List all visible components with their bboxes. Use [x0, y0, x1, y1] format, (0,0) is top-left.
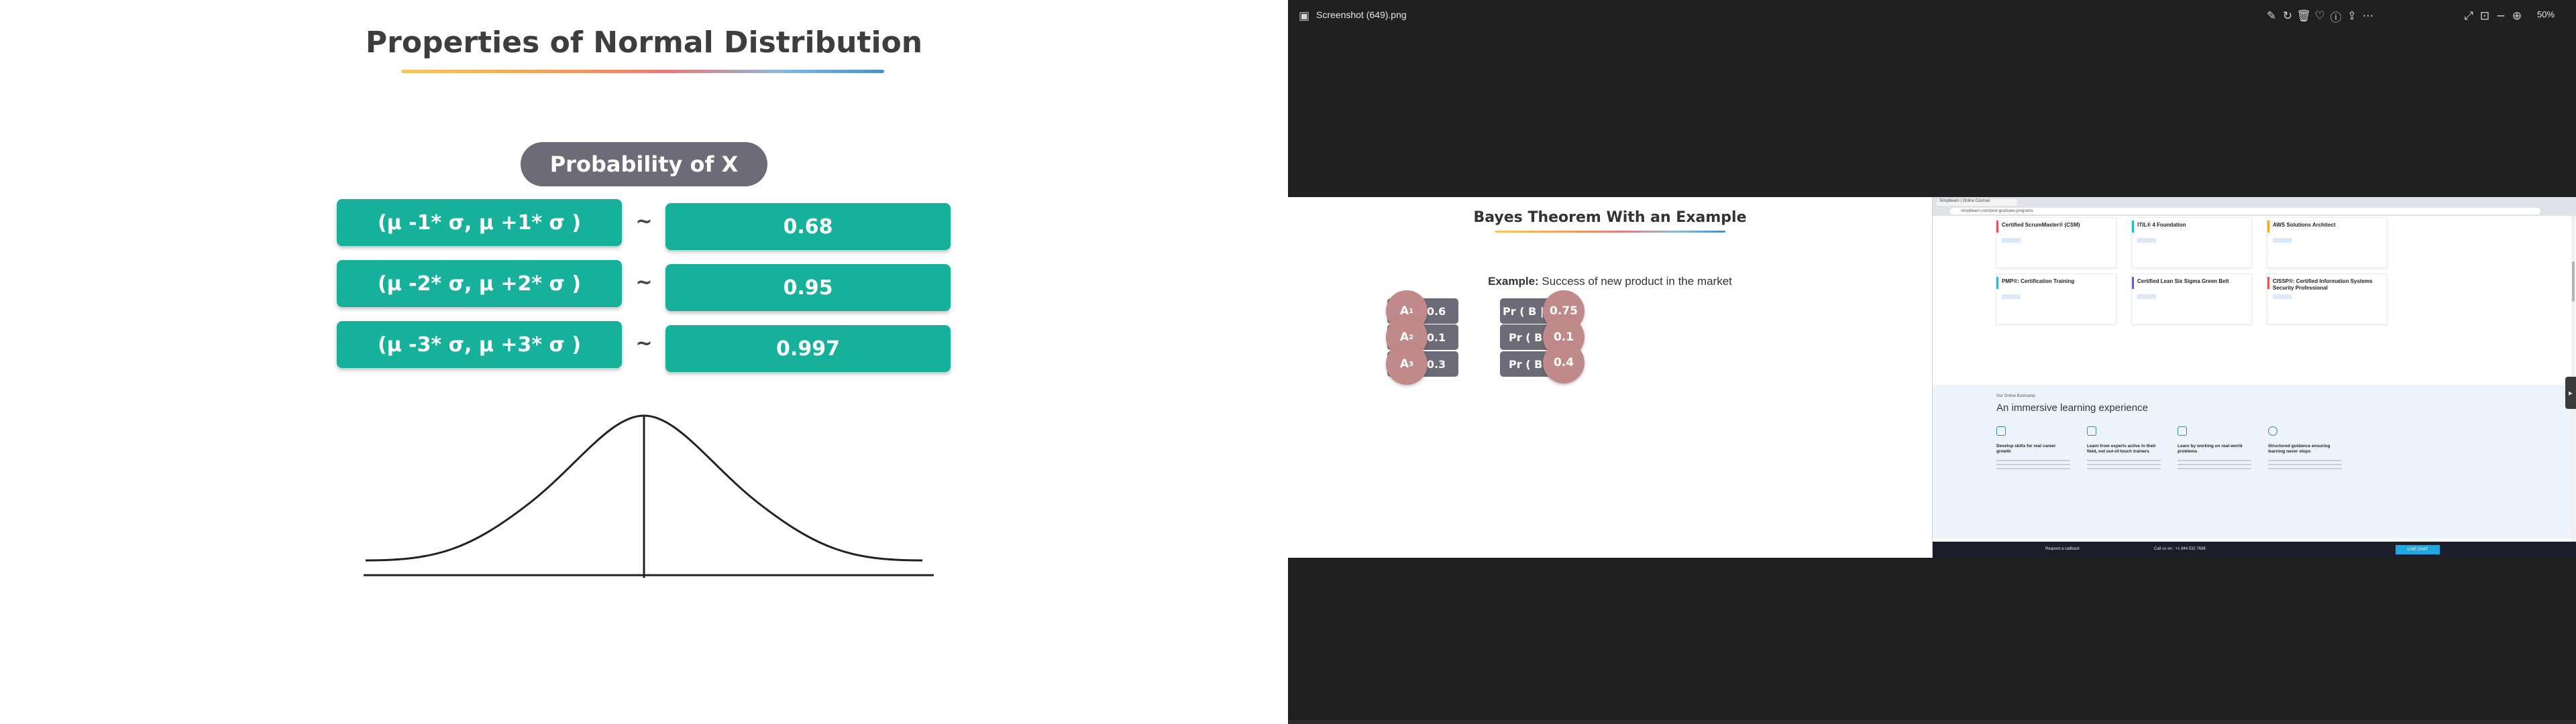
card-accent: [1996, 221, 1998, 233]
probability-value-box: 0.95: [665, 264, 951, 311]
course-card: ITIL® 4 Foundation: [2131, 217, 2252, 268]
app-icon: ▣: [1298, 9, 1310, 23]
bayes-title-underline: [1495, 231, 1725, 233]
live-chat-button: LIVE CHAT: [2396, 545, 2440, 554]
zoom-level: 50%: [2537, 9, 2555, 19]
fit-icon[interactable]: ⊡: [2477, 8, 2493, 24]
tilde-separator: ~: [635, 271, 653, 294]
browser-tab: Simplilearn | Online Courses: [1937, 199, 2017, 206]
tilde-separator: ~: [635, 210, 653, 233]
probability-value-box: 0.997: [665, 325, 951, 372]
course-title: Certified ScrumMaster® (CSM): [2002, 222, 2080, 228]
course-title: Certified Lean Six Sigma Green Belt: [2137, 278, 2229, 284]
card-accent: [2267, 221, 2269, 233]
feature-title: Structured guidance ensuring learning ne…: [2268, 444, 2330, 454]
course-tag: [2002, 238, 2021, 243]
filmstrip-edge: [1288, 720, 2576, 724]
feature-title: Learn from experts active in their field…: [2087, 444, 2156, 454]
example-label: Example:: [1488, 275, 1539, 288]
embedded-webpage-screenshot: Simplilearn | Online Courses simplilearn…: [1932, 197, 2576, 558]
course-tag: [2273, 238, 2292, 243]
call-us-text: Call us on : +1 844 532 7688: [2154, 547, 2206, 551]
course-card: Certified Lean Six Sigma Green Belt: [2131, 274, 2252, 324]
viewer-toolbar: ▣ Screenshot (649).png ✎ ↻ 🗑 ♡ ⓘ ⇪ ⋯ ⤢ ⊡…: [1288, 0, 2576, 32]
course-title: AWS Solutions Architect: [2273, 222, 2336, 228]
card-accent: [2267, 277, 2269, 289]
delete-icon[interactable]: 🗑: [2296, 8, 2312, 24]
photo-viewer-window: ▣ Screenshot (649).png ✎ ↻ 🗑 ♡ ⓘ ⇪ ⋯ ⤢ ⊡…: [1288, 0, 2576, 724]
bayes-example: Example: Success of new product in the m…: [1288, 275, 1932, 288]
image-canvas[interactable]: Bayes Theorem With an Example Example: S…: [1288, 197, 2576, 558]
example-text: Success of new product in the market: [1542, 275, 1732, 288]
title-underline: [401, 70, 884, 73]
file-name: Screenshot (649).png: [1316, 9, 1407, 20]
section-heading: An immersive learning experience: [1996, 402, 2148, 414]
course-card: Certified ScrumMaster® (CSM): [1996, 217, 2116, 268]
edit-image-icon[interactable]: ✎: [2263, 8, 2279, 24]
card-accent: [1996, 277, 1998, 289]
course-card: PMP®: Certification Training: [1996, 274, 2116, 324]
probability-value-box: 0.68: [665, 203, 951, 250]
page-scrollbar-thumb: [2572, 261, 2575, 302]
side-panel-toggle-icon[interactable]: ▸: [2565, 377, 2576, 409]
expert-icon: [2087, 426, 2096, 436]
course-tag: [2137, 238, 2156, 243]
growth-icon: [1996, 426, 2006, 436]
feature-text: [2178, 460, 2251, 476]
course-tag: [2273, 294, 2292, 299]
webpage-footer-bar: Request a callback Call us on : +1 844 5…: [1933, 542, 2576, 558]
favorite-icon[interactable]: ♡: [2312, 8, 2328, 24]
feature-text: [2087, 460, 2161, 476]
probability-header-pill: Probability of X: [521, 142, 767, 186]
fullscreen-icon[interactable]: ⤢: [2461, 8, 2477, 24]
learning-experience-section: Our Online Bootcamp An immersive learnin…: [1933, 385, 2576, 539]
zoom-out-icon[interactable]: −: [2493, 8, 2509, 24]
card-accent: [2132, 221, 2134, 233]
feature-text: [2268, 460, 2342, 476]
info-icon[interactable]: ⓘ: [2328, 8, 2344, 25]
browser-chrome: Simplilearn | Online Courses simplilearn…: [1933, 197, 2576, 216]
section-eyebrow: Our Online Bootcamp: [1996, 394, 2035, 398]
course-card: AWS Solutions Architect: [2267, 217, 2387, 268]
interval-range-box: (μ -3* σ, μ +3* σ ): [337, 321, 622, 368]
address-bar: simplilearn.com/post-graduate-programs: [1950, 208, 2540, 215]
likelihood-value-circle: 0.4: [1543, 342, 1585, 383]
normal-distribution-slide: Properties of Normal Distribution Probab…: [0, 0, 1288, 724]
rotate-icon[interactable]: ↻: [2279, 8, 2296, 24]
feature-title: Develop skills for real career growth: [1996, 444, 2056, 454]
event-circle: A3: [1386, 343, 1428, 385]
project-icon: [2178, 426, 2187, 436]
feature-text: [1996, 460, 2070, 476]
course-tag: [2137, 294, 2156, 299]
slide-title: Properties of Normal Distribution: [365, 25, 923, 60]
feature-title: Learn by working on real-world problems: [2178, 444, 2243, 454]
more-icon[interactable]: ⋯: [2360, 8, 2376, 24]
interval-row-3: (μ -3* σ, μ +3* σ ) ~ 0.997: [0, 321, 1288, 375]
zoom-in-icon[interactable]: ⊕: [2509, 8, 2525, 24]
bayes-title: Bayes Theorem With an Example: [1473, 209, 1747, 226]
course-card: CISSP®: Certified Information Systems Se…: [2267, 274, 2387, 324]
guidance-icon: [2268, 426, 2277, 436]
interval-row-2: (μ -2* σ, μ +2* σ ) ~ 0.95: [0, 260, 1288, 314]
tilde-separator: ~: [635, 332, 653, 355]
course-title: PMP®: Certification Training: [2002, 278, 2075, 284]
interval-range-box: (μ -1* σ, μ +1* σ ): [337, 199, 622, 246]
interval-row-1: (μ -1* σ, μ +1* σ ) ~ 0.68: [0, 199, 1288, 253]
bell-curve-diagram: [364, 414, 934, 578]
callback-link: Request a callback: [2045, 547, 2080, 551]
course-title: ITIL® 4 Foundation: [2137, 222, 2186, 228]
interval-range-box: (μ -2* σ, μ +2* σ ): [337, 260, 622, 307]
course-title: CISSP®: Certified Information Systems Se…: [2273, 278, 2373, 291]
course-tag: [2002, 294, 2021, 299]
card-accent: [2132, 277, 2134, 289]
share-icon[interactable]: ⇪: [2344, 8, 2360, 24]
